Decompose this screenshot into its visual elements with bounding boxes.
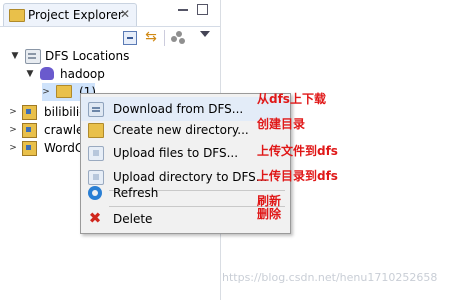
close-icon[interactable]: ✕ [120,7,130,21]
elephant-icon [40,67,54,80]
view-tab-title: Project Explorer [28,8,123,22]
tree-label: DFS Locations [45,49,130,63]
tree-item-project[interactable]: > bilibili- [0,103,84,121]
chevron-down-icon[interactable] [200,31,210,37]
chevron-right-icon[interactable]: > [8,103,18,121]
link-with-editor-icon[interactable]: ⇆ [143,30,159,45]
new-folder-icon [88,123,104,138]
chevron-right-icon[interactable]: > [8,121,18,139]
tree-label: WordC [44,141,84,155]
chevron-right-icon[interactable]: > [8,139,18,157]
folder-icon [9,9,25,22]
chevron-right-icon[interactable]: > [41,83,51,101]
tree-item-hadoop[interactable]: ▼ hadoop [0,65,220,83]
watermark: https://blog.csdn.net/henu1710252658 [222,271,438,284]
minimize-icon[interactable] [178,9,188,11]
folder-icon [56,85,72,98]
menu-item-label: Refresh [113,186,159,200]
annotation-download: 从dfs上下载 [257,92,326,106]
annotation-delete: 删除 [257,207,282,221]
project-icon [22,105,37,120]
dfs-location-icon [25,49,41,64]
project-icon [22,123,37,138]
project-icon [22,141,37,156]
chevron-down-icon[interactable]: ▼ [25,65,35,83]
tree-item-project[interactable]: > WordC [0,139,84,157]
annotation-create-dir: 创建目录 [257,117,306,131]
menu-item-label: Delete [113,212,153,226]
tree-label: hadoop [60,67,105,81]
upload-icon [88,146,104,161]
delete-x-icon: ✖ [88,209,102,227]
menu-item-label: Create new directory... [113,123,249,137]
collapse-all-icon[interactable] [123,31,137,45]
toolbar-divider [164,30,165,46]
focus-icon[interactable] [171,31,187,45]
refresh-icon [88,186,102,200]
download-icon [88,102,104,117]
annotation-upload-files: 上传文件到dfs [257,144,338,158]
menu-item-label: Upload files to DFS... [113,146,239,160]
maximize-icon[interactable] [197,4,208,15]
tree-label: bilibili- [44,105,84,119]
tree-item-dfs-locations[interactable]: ▼ DFS Locations [0,47,220,65]
chevron-down-icon[interactable]: ▼ [10,47,20,65]
tree-label: crawle [44,123,84,137]
tree-item-project[interactable]: > crawle [0,121,84,139]
annotation-upload-dir: 上传目录到dfs [257,169,338,183]
view-tab[interactable]: Project Explorer ✕ [3,3,137,26]
tab-divider [0,26,220,27]
